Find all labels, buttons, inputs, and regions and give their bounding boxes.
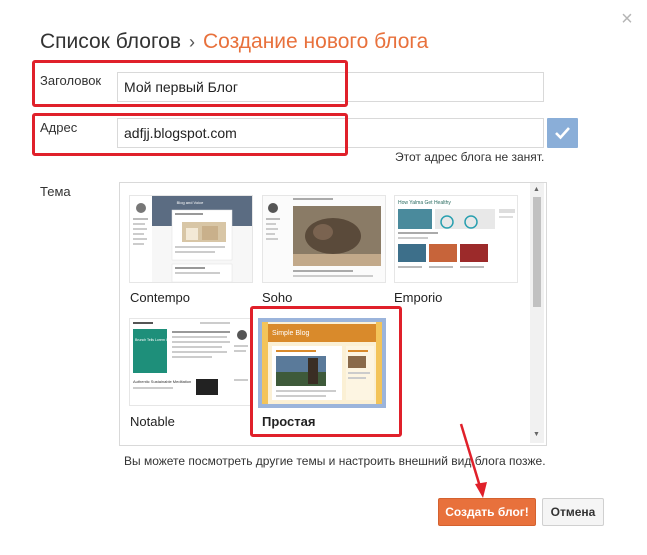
address-input[interactable]: adfjj.blogspot.com xyxy=(117,118,544,148)
page-title: Список блогов › Создание нового блога xyxy=(40,30,428,54)
theme-emporio-preview: How Yalma Get Healthy xyxy=(394,195,518,283)
breadcrumb-current: Создание нового блога xyxy=(203,30,429,53)
theme-simple-name: Простая xyxy=(262,414,316,429)
theme-emporio-name: Emporio xyxy=(394,290,443,305)
emporio-header-text: How Yalma Get Healthy xyxy=(398,200,451,206)
theme-label: Тема xyxy=(40,184,71,199)
scrollbar-thumb[interactable] xyxy=(533,197,541,307)
notable-sub-text: Authentic Sustainable Meditation xyxy=(133,379,191,384)
theme-contempo-name: Contempo xyxy=(130,290,190,305)
theme-contempo-preview: Blog and Voice xyxy=(129,195,253,283)
contempo-header-text: Blog and Voice xyxy=(177,200,204,205)
title-input[interactable]: Мой первый Блог xyxy=(117,72,544,102)
theme-notable-name: Notable xyxy=(130,414,175,429)
arrow-annotation-icon xyxy=(459,423,487,498)
breadcrumb-separator: › xyxy=(189,32,195,52)
scroll-down-icon[interactable]: ▼ xyxy=(533,431,540,438)
close-icon[interactable]: × xyxy=(618,9,636,29)
theme-soho-preview xyxy=(262,195,386,283)
cancel-button[interactable]: Отмена xyxy=(542,498,604,526)
create-blog-button[interactable]: Создать блог! xyxy=(438,498,536,526)
address-status: Этот адрес блога не занят. xyxy=(395,150,545,164)
check-address-button[interactable] xyxy=(547,118,578,148)
theme-soho-name: Soho xyxy=(262,290,293,305)
theme-simple-preview: Simple Blog xyxy=(262,322,382,404)
theme-notable-preview: Brunch Tells Lorem Ipsum Wonderful Momen… xyxy=(129,318,253,406)
scroll-up-icon[interactable]: ▲ xyxy=(533,186,540,193)
checkmark-icon xyxy=(555,127,570,140)
address-label: Адрес xyxy=(40,120,78,135)
title-label: Заголовок xyxy=(40,73,102,88)
simple-header-text: Simple Blog xyxy=(272,330,309,337)
theme-list-scrollbar[interactable]: ▲ ▼ xyxy=(530,183,544,443)
breadcrumb-blog-list[interactable]: Список блогов xyxy=(40,30,181,53)
